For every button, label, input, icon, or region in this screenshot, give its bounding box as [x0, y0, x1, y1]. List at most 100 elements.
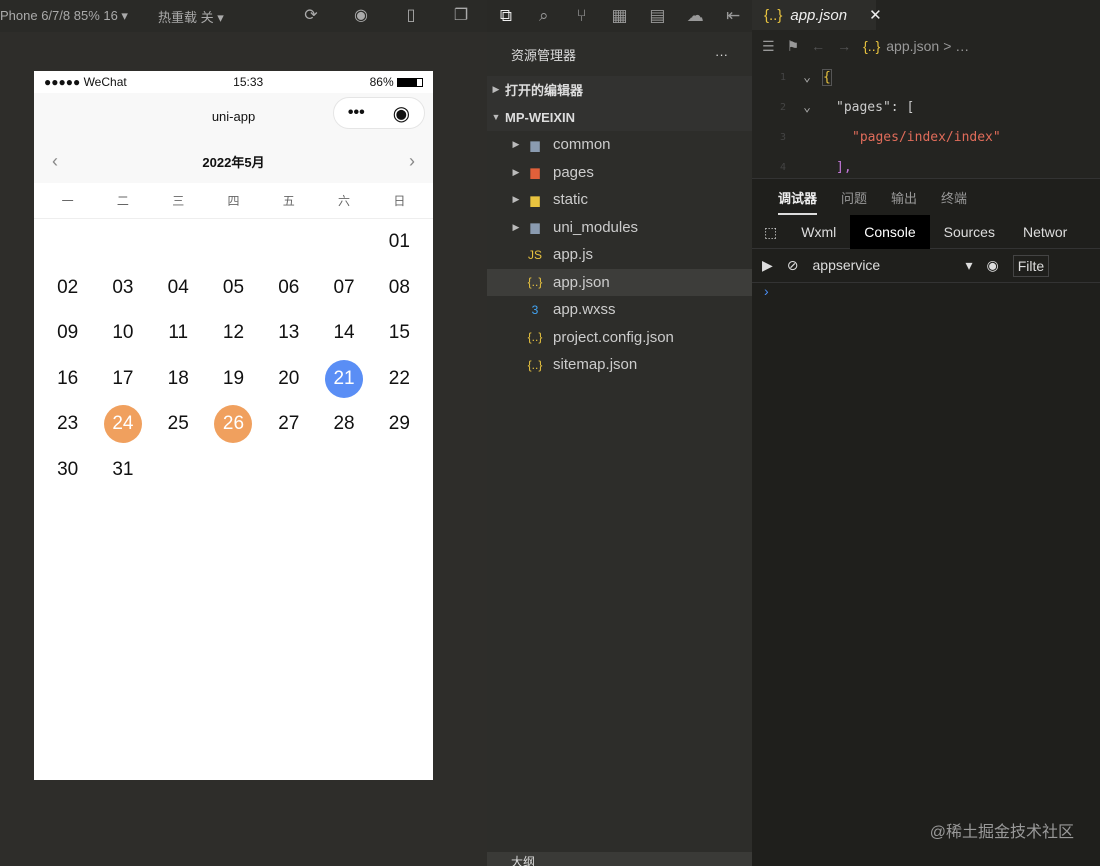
month-header: ‹ 2022年5月 ›	[34, 139, 433, 183]
tree-item-common[interactable]: ▶ ▆ common	[487, 131, 752, 159]
filter-input[interactable]: Filte	[1012, 254, 1050, 277]
tree-item-project-config-json[interactable]: {..} project.config.json	[487, 324, 752, 352]
day-cell[interactable]: 10	[95, 314, 150, 352]
empty-day-cell	[206, 223, 261, 261]
source-control-icon[interactable]: ⑂	[563, 6, 601, 26]
tree-item-sitemap-json[interactable]: {..} sitemap.json	[487, 351, 752, 379]
panel-tab[interactable]: 问题	[841, 188, 867, 207]
fold-icon: ⌄	[803, 69, 811, 85]
day-cell[interactable]: 21	[316, 359, 371, 398]
watermark: @稀土掘金技术社区	[929, 824, 1074, 841]
day-number: 29	[388, 413, 410, 434]
close-tab-icon[interactable]: ✕	[869, 6, 882, 24]
day-cell[interactable]: 19	[206, 360, 261, 398]
day-cell[interactable]: 31	[95, 451, 150, 489]
day-cell[interactable]: 28	[316, 405, 371, 443]
window-icon[interactable]: ❐	[452, 7, 470, 25]
day-cell[interactable]: 30	[40, 451, 95, 489]
day-cell[interactable]: 18	[151, 360, 206, 398]
bookmark-icon[interactable]: ⚑	[787, 38, 800, 55]
back-icon[interactable]: ←	[811, 38, 825, 54]
open-editors-section[interactable]: ▶ 打开的编辑器	[487, 76, 752, 104]
outline-list-icon[interactable]: ☰	[762, 38, 775, 55]
day-cell[interactable]: 25	[151, 405, 206, 443]
day-cell[interactable]: 22	[372, 360, 427, 398]
day-number: 31	[112, 458, 134, 480]
day-cell[interactable]: 16	[40, 360, 95, 398]
day-cell[interactable]: 13	[261, 314, 316, 352]
refresh-icon[interactable]: ⟳	[302, 7, 320, 25]
next-month-icon[interactable]: ›	[409, 151, 415, 172]
tree-item-label: static	[553, 191, 589, 209]
day-cell[interactable]: 04	[151, 269, 206, 307]
context-select[interactable]: appservice ▾	[813, 257, 973, 274]
panel-tab[interactable]: 终端	[941, 188, 967, 207]
panel-tab[interactable]: 输出	[891, 188, 917, 207]
console-prompt[interactable]: ›	[752, 283, 1100, 299]
tree-item-static[interactable]: ▶ ▆ static	[487, 186, 752, 214]
breadcrumb-file[interactable]: app.json	[886, 38, 939, 54]
css-icon: 3	[531, 302, 539, 317]
day-cell[interactable]: 01	[372, 223, 427, 261]
sidebar-toggle-icon[interactable]: ▶	[762, 257, 773, 274]
tree-item-app-js[interactable]: JS app.js	[487, 241, 752, 269]
eye-icon[interactable]: ◉	[987, 257, 999, 274]
tab-app-json[interactable]: {..} app.json ✕	[752, 0, 882, 30]
save-icon[interactable]: ▤	[638, 6, 676, 26]
clear-console-icon[interactable]: ⊘	[787, 257, 799, 274]
panel-tab[interactable]: 调试器	[778, 180, 818, 215]
day-cell[interactable]: 02	[40, 269, 95, 307]
day-number: 25	[167, 413, 189, 434]
more-actions-icon[interactable]: ···	[715, 47, 728, 62]
phone-icon[interactable]: ▯	[402, 7, 420, 25]
devtools-tab[interactable]: Networ	[1009, 215, 1081, 249]
day-cell[interactable]: 26	[206, 405, 261, 443]
forward-icon[interactable]: →	[837, 38, 851, 54]
collapse-icon[interactable]: ⇤	[714, 6, 752, 26]
tree-item-app-wxss[interactable]: 3 app.wxss	[487, 296, 752, 324]
capsule-menu: ••• ◉	[333, 97, 425, 129]
day-cell[interactable]: 07	[316, 269, 371, 307]
tree-item-uni_modules[interactable]: ▶ ▆ uni_modules	[487, 214, 752, 242]
tree-item-pages[interactable]: ▶ ▆ pages	[487, 159, 752, 187]
day-cell[interactable]: 24	[95, 405, 150, 443]
devtools-tab[interactable]: Console	[850, 214, 930, 249]
devtools-tab[interactable]: Sources	[930, 215, 1009, 249]
project-section[interactable]: ▼ MP-WEIXIN	[487, 103, 752, 131]
phone-screen: ●●●●● WeChat 15:33 86% uni-app ••• ◉ ‹ 2…	[34, 71, 433, 780]
device-select[interactable]: Phone 6/7/8 85% 16 ▾	[0, 8, 128, 24]
inspect-icon[interactable]: ⬚	[752, 215, 787, 249]
day-cell[interactable]: 11	[151, 314, 206, 352]
explorer-panel: ⧉ ⌕ ⑂ ▦ ▤ ☁ ⇤ 资源管理器 ··· ▶ 打开的编辑器 ▼ MP-WEIX…	[487, 0, 752, 866]
weekday-label: 一	[61, 194, 74, 208]
outline-section[interactable]: 大纲	[487, 852, 752, 866]
day-cell[interactable]: 27	[261, 405, 316, 443]
day-cell[interactable]: 17	[95, 360, 150, 398]
day-cell[interactable]: 08	[372, 269, 427, 307]
js-icon: JS	[527, 247, 542, 262]
day-cell[interactable]: 29	[372, 405, 427, 443]
day-cell[interactable]: 12	[206, 314, 261, 352]
files-icon[interactable]: ⧉	[487, 6, 525, 26]
day-cell[interactable]: 14	[316, 314, 371, 352]
tree-item-app-json[interactable]: {..} app.json	[487, 268, 752, 296]
code-view[interactable]: 1 ⌄{ 2 ⌄ "pages": [ 3 "pages/index/index" 4]…	[752, 62, 1100, 176]
devtools-tab[interactable]: Wxml	[787, 215, 850, 249]
day-cell[interactable]: 06	[261, 269, 316, 307]
extensions-icon[interactable]: ▦	[601, 6, 639, 26]
day-cell[interactable]: 23	[40, 405, 95, 443]
search-icon[interactable]: ⌕	[525, 6, 563, 26]
weekday-label: 四	[227, 194, 240, 208]
stop-icon[interactable]: ◉	[352, 7, 370, 25]
weekday-label: 日	[393, 194, 406, 208]
day-cell[interactable]: 15	[372, 314, 427, 352]
day-cell[interactable]: 20	[261, 360, 316, 398]
day-cell[interactable]: 05	[206, 269, 261, 307]
close-miniprogram-icon[interactable]: ◉	[393, 101, 410, 126]
docker-icon[interactable]: ☁	[676, 6, 714, 26]
day-cell[interactable]: 03	[95, 269, 150, 307]
more-icon[interactable]: •••	[348, 104, 365, 122]
day-cell[interactable]: 09	[40, 314, 95, 352]
hot-reload-select[interactable]: 热重载 关 ▾	[158, 7, 224, 26]
prev-month-icon[interactable]: ‹	[52, 151, 58, 172]
